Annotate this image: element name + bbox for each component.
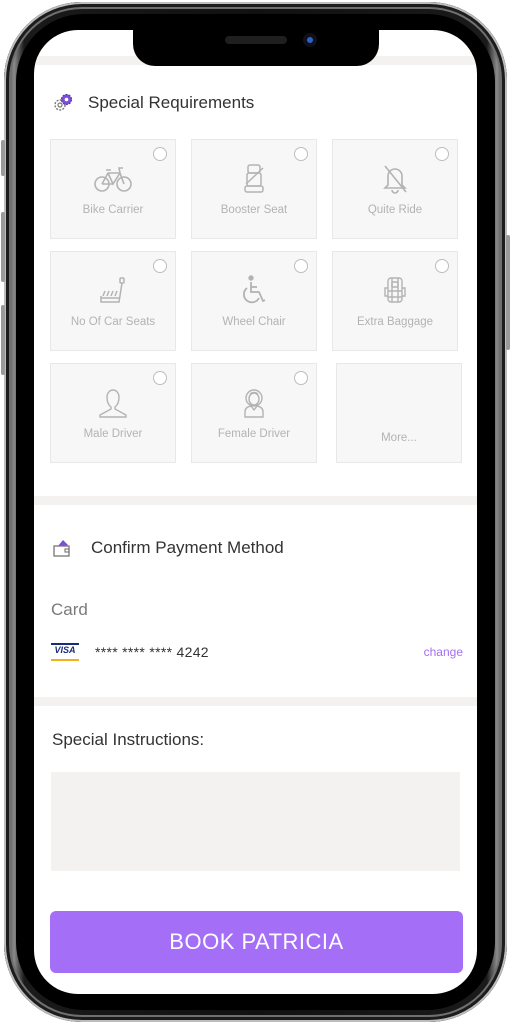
more-label: More... bbox=[381, 432, 417, 444]
volume-up-button bbox=[1, 212, 5, 282]
requirement-radio[interactable] bbox=[435, 147, 449, 161]
mute-switch bbox=[1, 140, 5, 176]
requirement-radio[interactable] bbox=[435, 259, 449, 273]
requirement-tile-male-driver[interactable]: Male Driver bbox=[50, 363, 176, 463]
requirement-tile-car-seats[interactable]: No Of Car Seats bbox=[50, 251, 176, 351]
backpack-icon bbox=[384, 277, 406, 303]
requirement-radio[interactable] bbox=[153, 147, 167, 161]
male-user-icon bbox=[99, 389, 127, 418]
notch bbox=[133, 30, 379, 66]
requirement-radio[interactable] bbox=[294, 147, 308, 161]
section-divider bbox=[34, 697, 477, 706]
card-row: VISA **** **** **** 4242 change bbox=[51, 640, 463, 664]
volume-down-button bbox=[1, 305, 5, 375]
requirement-label: Quite Ride bbox=[367, 204, 423, 216]
requirement-label: Female Driver bbox=[217, 428, 291, 440]
requirement-tile-wheel-chair[interactable]: Wheel Chair bbox=[191, 251, 317, 351]
power-button bbox=[506, 235, 510, 350]
wallet-icon bbox=[53, 540, 70, 557]
card-number: **** **** **** 4242 bbox=[95, 644, 209, 660]
requirement-label: Booster Seat bbox=[220, 204, 288, 216]
section-divider bbox=[34, 496, 477, 505]
front-camera bbox=[303, 33, 317, 47]
special-requirements-header: Special Requirements bbox=[52, 92, 254, 114]
requirement-tile-quite-ride[interactable]: Quite Ride bbox=[332, 139, 458, 239]
booster-seat-icon bbox=[244, 164, 264, 193]
visa-icon: VISA bbox=[51, 643, 79, 661]
special-instructions-input[interactable] bbox=[51, 772, 460, 871]
requirement-tile-bike-carrier[interactable]: Bike Carrier bbox=[50, 139, 176, 239]
requirement-radio[interactable] bbox=[153, 371, 167, 385]
payment-method-label: Card bbox=[51, 600, 88, 619]
requirement-label: Male Driver bbox=[83, 428, 143, 440]
car-seats-icon bbox=[100, 277, 125, 303]
payment-title: Confirm Payment Method bbox=[91, 538, 284, 557]
female-user-icon bbox=[244, 389, 264, 418]
requirement-radio[interactable] bbox=[153, 259, 167, 273]
requirement-tile-female-driver[interactable]: Female Driver bbox=[191, 363, 317, 463]
requirement-radio[interactable] bbox=[294, 371, 308, 385]
bicycle-icon bbox=[94, 167, 132, 192]
requirement-label: Bike Carrier bbox=[82, 204, 144, 216]
requirement-radio[interactable] bbox=[294, 259, 308, 273]
speaker-grille bbox=[225, 36, 287, 44]
special-instructions-title: Special Instructions: bbox=[52, 730, 205, 749]
bell-off-icon bbox=[383, 165, 407, 194]
change-payment-link[interactable]: change bbox=[424, 645, 463, 659]
requirement-label: Extra Baggage bbox=[356, 316, 434, 328]
book-button[interactable]: BOOK PATRICIA bbox=[50, 911, 463, 973]
special-requirements-title: Special Requirements bbox=[88, 93, 255, 112]
more-requirements-tile[interactable]: More... bbox=[336, 363, 462, 463]
wheelchair-icon bbox=[243, 275, 266, 304]
requirement-label: Wheel Chair bbox=[222, 316, 286, 328]
app-screen: Special Requirements Bike Carrier Booste… bbox=[34, 30, 477, 994]
gears-icon bbox=[54, 93, 73, 111]
card-brand: VISA bbox=[54, 645, 76, 655]
payment-header: Confirm Payment Method bbox=[52, 538, 284, 558]
requirement-tile-booster-seat[interactable]: Booster Seat bbox=[191, 139, 317, 239]
requirement-label: No Of Car Seats bbox=[70, 316, 156, 328]
requirement-tile-extra-baggage[interactable]: Extra Baggage bbox=[332, 251, 458, 351]
